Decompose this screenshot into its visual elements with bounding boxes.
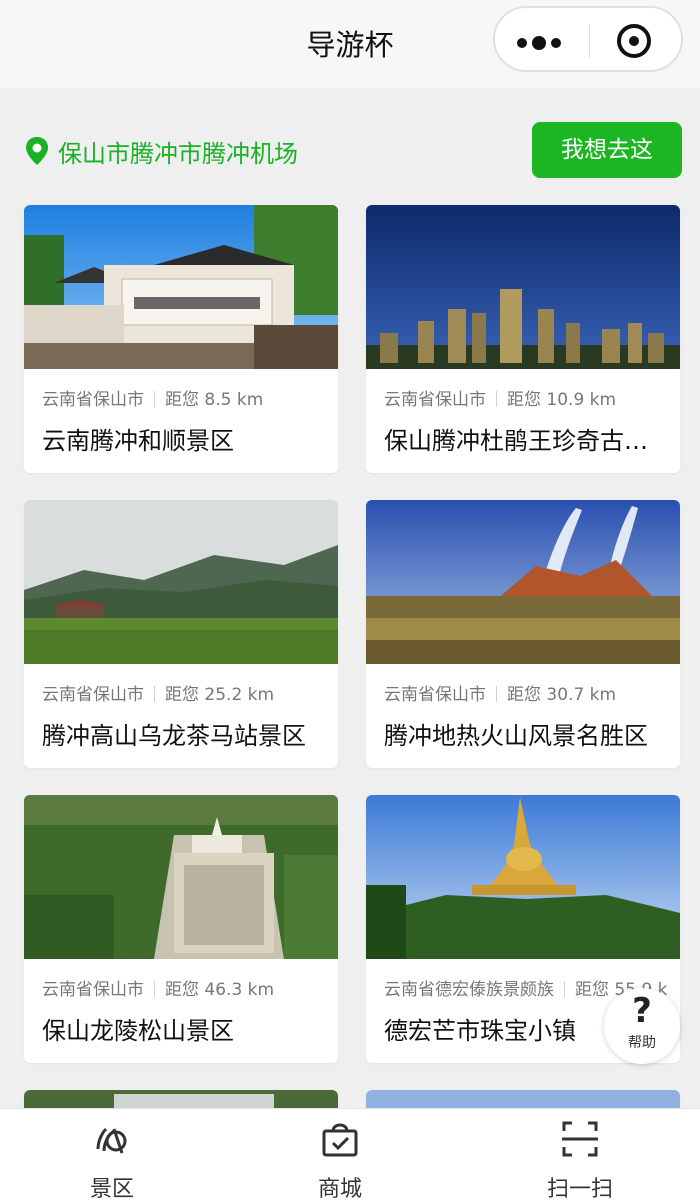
help-button[interactable]: ? 帮助	[604, 988, 680, 1064]
tab-label: 扫一扫	[546, 1177, 613, 1200]
card-meta: 云南省保山市 距您 10.9 km	[384, 385, 616, 410]
scenic-photo	[24, 500, 338, 664]
region-text: 云南省保山市	[42, 390, 144, 410]
scenic-card[interactable]: 云南省保山市 距您 8.5 km 云南腾冲和顺景区	[24, 205, 338, 473]
card-meta: 云南省保山市 距您 46.3 km	[42, 975, 274, 1000]
scenic-photo	[366, 205, 680, 369]
scenic-name: 云南腾冲和顺景区	[42, 427, 234, 455]
location-bar: 保山市腾冲市腾冲机场 我想去这	[24, 122, 684, 178]
help-label: 帮助	[628, 1035, 656, 1051]
region-text: 云南省保山市	[384, 685, 486, 705]
region-text: 云南省保山市	[384, 390, 486, 410]
close-target-icon[interactable]	[617, 24, 651, 58]
more-icon[interactable]	[517, 36, 567, 50]
distance-text: 距您 10.9 km	[507, 390, 617, 410]
tab-label: 景区	[89, 1177, 134, 1200]
scenic-card[interactable]: 云南省保山市 距您 46.3 km 保山龙陵松山景区	[24, 795, 338, 1063]
question-icon: ?	[632, 991, 652, 1031]
scan-icon	[562, 1121, 598, 1157]
scenic-name: 保山腾冲杜鹃王珍奇古…	[384, 427, 648, 455]
scenic-card[interactable]: 云南省保山市 距您 30.7 km 腾冲地热火山风景名胜区	[366, 500, 680, 768]
card-meta: 云南省保山市 距您 30.7 km	[384, 680, 616, 705]
card-meta: 云南省保山市 距您 8.5 km	[42, 385, 263, 410]
capsule-divider	[589, 24, 590, 58]
scenic-name: 腾冲高山乌龙茶马站景区	[42, 722, 306, 750]
tab-label: 商城	[317, 1177, 362, 1200]
current-location-text: 保山市腾冲市腾冲机场	[58, 140, 298, 168]
top-navigation-bar: 导游杯	[0, 0, 700, 88]
distance-text: 距您 46.3 km	[165, 980, 275, 1000]
distance-text: 距您 25.2 km	[165, 685, 275, 705]
shopping-bag-icon	[322, 1123, 358, 1157]
scenic-card[interactable]: 云南省保山市 距您 25.2 km 腾冲高山乌龙茶马站景区	[24, 500, 338, 768]
bottom-tab-bar: 景区 商城 扫一扫	[0, 1108, 700, 1200]
region-text: 云南省德宏傣族景颇族	[384, 980, 554, 1000]
region-text: 云南省保山市	[42, 980, 144, 1000]
scenic-card[interactable]: 云南省保山市 距您 10.9 km 保山腾冲杜鹃王珍奇古…	[366, 205, 680, 473]
scenic-spot-icon	[96, 1127, 127, 1154]
location-pin-icon	[26, 137, 48, 165]
tab-scenic[interactable]: 景区	[32, 1109, 192, 1200]
mini-program-capsule	[493, 6, 683, 72]
scenic-name: 腾冲地热火山风景名胜区	[384, 722, 648, 750]
scenic-name: 保山龙陵松山景区	[42, 1017, 234, 1045]
distance-text: 距您 8.5 km	[165, 390, 264, 410]
distance-text: 距您 30.7 km	[507, 685, 617, 705]
scenic-photo	[24, 795, 338, 959]
tab-scan[interactable]: 扫一扫	[500, 1109, 660, 1200]
card-meta: 云南省保山市 距您 25.2 km	[42, 680, 274, 705]
scenic-photo	[24, 205, 338, 369]
scenic-photo	[366, 500, 680, 664]
go-here-button[interactable]: 我想去这	[532, 122, 682, 178]
region-text: 云南省保山市	[42, 685, 144, 705]
scenic-photo	[366, 795, 680, 959]
tab-mall[interactable]: 商城	[260, 1109, 420, 1200]
